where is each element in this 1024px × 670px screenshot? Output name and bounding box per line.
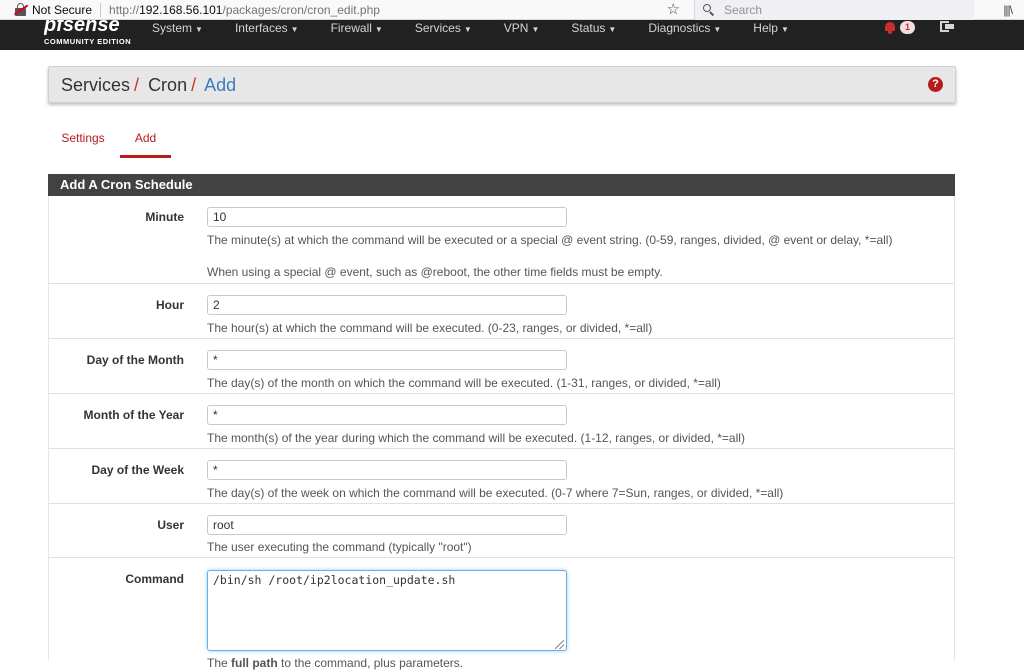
breadcrumb-add[interactable]: Add: [204, 75, 236, 95]
tab-bar: Settings Add: [48, 124, 956, 158]
command-help: The full path to the command, plus param…: [207, 656, 464, 670]
breadcrumb-cron[interactable]: Cron: [148, 75, 187, 95]
menu-interfaces[interactable]: Interfaces ▼: [235, 20, 299, 36]
library-icon[interactable]: |||\: [1003, 3, 1013, 17]
not-secure-label[interactable]: Not Secure: [32, 3, 92, 17]
hour-input[interactable]: [207, 295, 567, 315]
caret-down-icon: ▼: [531, 25, 540, 34]
label-day-of-week: Day of the Week: [91, 463, 184, 477]
row-month-of-year: Month of the Year The month(s) of the ye…: [49, 393, 954, 448]
caret-down-icon: ▼: [463, 25, 472, 34]
caret-down-icon: ▼: [608, 25, 617, 34]
row-hour: Hour The hour(s) at which the command wi…: [49, 283, 954, 338]
tab-add[interactable]: Add: [120, 124, 171, 158]
bell-icon: [884, 21, 896, 34]
menu-status[interactable]: Status ▼: [571, 20, 616, 36]
help-icon[interactable]: ?: [928, 77, 943, 92]
logo-edition: COMMUNITY EDITION: [44, 37, 132, 46]
search-icon: [703, 4, 715, 16]
pfsense-logo[interactable]: pfsense COMMUNITY EDITION: [44, 20, 134, 50]
menu-diagnostics[interactable]: Diagnostics ▼: [648, 20, 721, 36]
breadcrumb-separator: /: [134, 75, 140, 95]
menu-help[interactable]: Help ▼: [753, 20, 789, 36]
hour-help: The hour(s) at which the command will be…: [207, 321, 653, 335]
cron-form-panel: Add A Cron Schedule Minute The minute(s)…: [48, 174, 955, 670]
label-user: User: [157, 518, 184, 532]
notifications-button[interactable]: 1: [884, 21, 916, 34]
label-minute: Minute: [145, 210, 184, 224]
day-of-month-help: The day(s) of the month on which the com…: [207, 376, 721, 390]
logo-wordmark: pfsense: [44, 20, 120, 36]
browser-toolbar: Not Secure http://192.168.56.101/package…: [0, 0, 1024, 20]
insecure-lock-icon[interactable]: [14, 2, 28, 17]
command-textarea[interactable]: /bin/sh /root/ip2location_update.sh: [207, 570, 567, 651]
label-command: Command: [125, 572, 184, 586]
month-of-year-input[interactable]: [207, 405, 567, 425]
active-tab-indicator: [120, 155, 171, 158]
caret-down-icon: ▼: [780, 25, 789, 34]
month-of-year-help: The month(s) of the year during which th…: [207, 431, 745, 445]
day-of-week-help: The day(s) of the week on which the comm…: [207, 486, 784, 500]
breadcrumb-services[interactable]: Services: [61, 75, 130, 95]
minute-help: The minute(s) at which the command will …: [207, 233, 893, 247]
menu-system[interactable]: System ▼: [152, 20, 203, 36]
top-navbar: pfsense COMMUNITY EDITION System ▼ Interf…: [0, 20, 1024, 50]
search-placeholder: Search: [724, 2, 763, 17]
label-hour: Hour: [156, 298, 184, 312]
caret-down-icon: ▼: [374, 25, 383, 34]
day-of-week-input[interactable]: [207, 460, 567, 480]
url-text[interactable]: http://192.168.56.101/packages/cron/cron…: [109, 3, 380, 17]
label-day-of-month: Day of the Month: [86, 353, 184, 367]
day-of-month-input[interactable]: [207, 350, 567, 370]
url-bar[interactable]: Not Secure http://192.168.56.101/package…: [0, 0, 690, 20]
menu-services[interactable]: Services ▼: [415, 20, 472, 36]
caret-down-icon: ▼: [713, 25, 722, 34]
label-month-of-year: Month of the Year: [83, 408, 184, 422]
menu-vpn[interactable]: VPN ▼: [504, 20, 540, 36]
minute-input[interactable]: [207, 207, 567, 227]
main-menu: System ▼ Interfaces ▼ Firewall ▼ Services ▼ …: [152, 20, 789, 36]
caret-down-icon: ▼: [290, 25, 299, 34]
menu-firewall[interactable]: Firewall ▼: [331, 20, 383, 36]
row-user: User The user executing the command (typ…: [49, 503, 954, 557]
caret-down-icon: ▼: [195, 25, 203, 34]
row-minute: Minute The minute(s) at which the comman…: [49, 196, 954, 283]
bookmark-star-icon[interactable]: ☆: [667, 0, 680, 20]
panel-heading: Add A Cron Schedule: [48, 174, 955, 196]
minute-event-help: When using a special @ event, such as @r…: [207, 265, 663, 279]
user-help: The user executing the command (typicall…: [207, 540, 472, 554]
breadcrumb-panel: Services / Cron / Add ?: [48, 66, 956, 103]
url-divider: [100, 2, 102, 17]
row-command: Command /bin/sh /root/ip2location_update…: [49, 557, 954, 670]
user-input[interactable]: [207, 515, 567, 535]
breadcrumb-separator: /: [191, 75, 197, 95]
browser-search-box[interactable]: Search: [694, 0, 974, 20]
logout-icon[interactable]: [940, 21, 954, 33]
breadcrumb: Services / Cron / Add: [61, 75, 236, 96]
tab-settings[interactable]: Settings: [52, 124, 114, 158]
resize-handle-icon[interactable]: [555, 640, 564, 649]
notification-badge: 1: [900, 21, 916, 34]
row-day-of-week: Day of the Week The day(s) of the week o…: [49, 448, 954, 503]
row-day-of-month: Day of the Month The day(s) of the month…: [49, 338, 954, 393]
